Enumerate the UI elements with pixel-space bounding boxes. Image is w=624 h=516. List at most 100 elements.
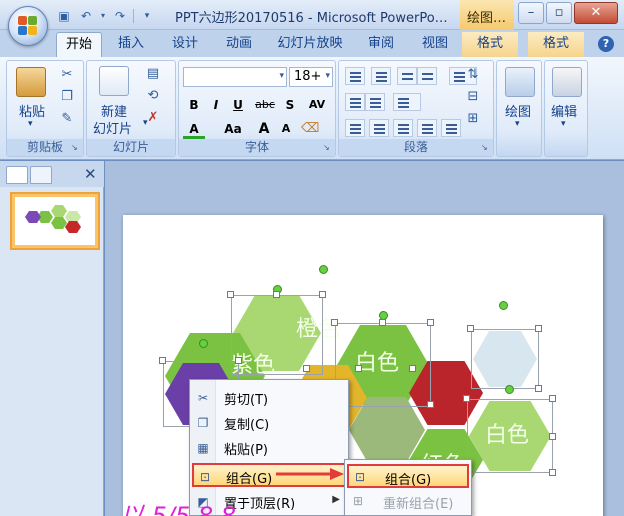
resize-handle[interactable]: [273, 291, 280, 298]
resize-handle[interactable]: [409, 365, 416, 372]
justify-button[interactable]: [417, 119, 437, 137]
resize-handle[interactable]: [535, 325, 542, 332]
resize-handle[interactable]: [549, 433, 556, 440]
new-slide-label-2[interactable]: 幻灯片: [93, 118, 132, 137]
menu-item-copy[interactable]: ❐ 复制(C): [192, 411, 346, 435]
resize-handle[interactable]: [467, 325, 474, 332]
submenu-item-regroup[interactable]: ⊞ 重新组合(E): [347, 490, 469, 514]
align-text-right-button[interactable]: [393, 119, 413, 137]
resize-handle[interactable]: [379, 319, 386, 326]
smartart-icon[interactable]: ⊞: [465, 111, 481, 127]
tab-design[interactable]: 设计: [162, 32, 208, 57]
underline-button[interactable]: U: [227, 95, 249, 115]
center-button[interactable]: [369, 119, 389, 137]
resize-handle[interactable]: [227, 291, 234, 298]
ribbon-tabs: 开始 插入 设计 动画 幻灯片放映 审阅 视图 格式 格式 ?: [0, 30, 624, 57]
resize-handle[interactable]: [535, 385, 542, 392]
menu-item-cut[interactable]: ✂ 剪切(T): [192, 386, 346, 410]
tab-picture-format[interactable]: 格式: [528, 32, 584, 57]
clipboard-launcher-icon[interactable]: ↘: [71, 143, 81, 153]
rotation-handle[interactable]: [499, 301, 508, 310]
resize-handle[interactable]: [319, 291, 326, 298]
outline-tab[interactable]: [30, 166, 52, 184]
font-color-button[interactable]: A: [183, 119, 205, 139]
shadow-button[interactable]: S: [279, 95, 301, 115]
decrease-indent-button[interactable]: [397, 67, 417, 85]
close-panel-icon[interactable]: ✕: [84, 165, 97, 183]
align-right-button[interactable]: [365, 93, 385, 111]
resize-handle[interactable]: [427, 401, 434, 408]
resize-handle[interactable]: [303, 365, 310, 372]
paste-dropdown-icon[interactable]: ▾: [28, 119, 33, 129]
resize-handle[interactable]: [159, 357, 166, 364]
paste-icon[interactable]: [16, 67, 46, 97]
paragraph-launcher-icon[interactable]: ↘: [481, 143, 491, 153]
distributed-button[interactable]: [441, 119, 461, 137]
paste-label[interactable]: 粘贴: [19, 101, 45, 120]
tab-slideshow[interactable]: 幻灯片放映: [270, 32, 350, 57]
strikethrough-button[interactable]: abc: [251, 95, 279, 115]
binoculars-icon[interactable]: [552, 67, 582, 97]
new-slide-icon[interactable]: [99, 66, 129, 96]
reset-icon[interactable]: ⟲: [145, 88, 161, 104]
align-text-icon[interactable]: ⊟: [465, 89, 481, 105]
bold-button[interactable]: B: [183, 95, 205, 115]
undo-dropdown-icon[interactable]: ▾: [99, 7, 107, 25]
menu-item-paste[interactable]: ▦ 粘贴(P): [192, 436, 346, 460]
resize-handle[interactable]: [355, 365, 362, 372]
text-direction-icon[interactable]: ⇅: [465, 67, 481, 83]
drawing-label[interactable]: 绘图: [505, 101, 531, 120]
resize-handle[interactable]: [427, 319, 434, 326]
tab-review[interactable]: 审阅: [358, 32, 404, 57]
drawing-dropdown-icon[interactable]: ▾: [515, 119, 520, 129]
character-spacing-button[interactable]: AV: [303, 95, 331, 115]
save-icon[interactable]: ▣: [55, 7, 73, 25]
redo-icon[interactable]: ↷: [111, 7, 129, 25]
drawing-icon[interactable]: [505, 67, 535, 97]
customize-qat-icon[interactable]: ▾: [138, 7, 156, 25]
format-painter-icon[interactable]: ✎: [59, 111, 75, 127]
copy-icon[interactable]: ❐: [59, 89, 75, 105]
font-name-combo[interactable]: ▾: [183, 67, 287, 87]
resize-handle[interactable]: [235, 357, 242, 364]
maximize-button[interactable]: ▫: [546, 2, 572, 24]
resize-handle[interactable]: [463, 395, 470, 402]
bullets-button[interactable]: [345, 67, 365, 85]
layout-icon[interactable]: ▤: [145, 66, 161, 82]
tab-view[interactable]: 视图: [412, 32, 458, 57]
tab-insert[interactable]: 插入: [108, 32, 154, 57]
editing-label[interactable]: 编辑: [551, 101, 577, 120]
cut-icon[interactable]: ✂: [59, 67, 75, 83]
numbering-button[interactable]: [371, 67, 391, 85]
font-launcher-icon[interactable]: ↘: [323, 143, 333, 153]
rotation-handle[interactable]: [199, 339, 208, 348]
undo-icon[interactable]: ↶: [77, 7, 95, 25]
columns-button[interactable]: [393, 93, 421, 111]
submenu-item-group[interactable]: ⊡ 组合(G): [347, 464, 469, 488]
help-icon[interactable]: ?: [598, 36, 614, 52]
clear-formatting-icon[interactable]: ⌫: [301, 121, 319, 137]
tab-drawing-format[interactable]: 格式: [462, 32, 518, 57]
delete-slide-icon[interactable]: ✗: [145, 110, 161, 126]
rotation-handle[interactable]: [319, 265, 328, 274]
align-text-left-button[interactable]: [345, 119, 365, 137]
shrink-font-button[interactable]: A: [275, 119, 297, 139]
tab-animation[interactable]: 动画: [216, 32, 262, 57]
italic-button[interactable]: I: [205, 95, 227, 115]
editing-dropdown-icon[interactable]: ▾: [561, 119, 566, 129]
slides-tab[interactable]: [6, 166, 28, 184]
resize-handle[interactable]: [549, 395, 556, 402]
office-button[interactable]: [8, 6, 48, 46]
minimize-button[interactable]: –: [518, 2, 544, 24]
change-case-button[interactable]: Aa: [219, 119, 247, 139]
align-left-button[interactable]: [345, 93, 365, 111]
rotation-handle[interactable]: [505, 385, 514, 394]
close-button[interactable]: ✕: [574, 2, 618, 24]
tab-home[interactable]: 开始: [56, 32, 102, 57]
slide-thumbnail[interactable]: [10, 192, 100, 250]
font-size-combo[interactable]: 18+ ▾: [289, 67, 333, 87]
grow-font-button[interactable]: A: [253, 119, 275, 139]
resize-handle[interactable]: [331, 319, 338, 326]
resize-handle[interactable]: [549, 469, 556, 476]
increase-indent-button[interactable]: [417, 67, 437, 85]
